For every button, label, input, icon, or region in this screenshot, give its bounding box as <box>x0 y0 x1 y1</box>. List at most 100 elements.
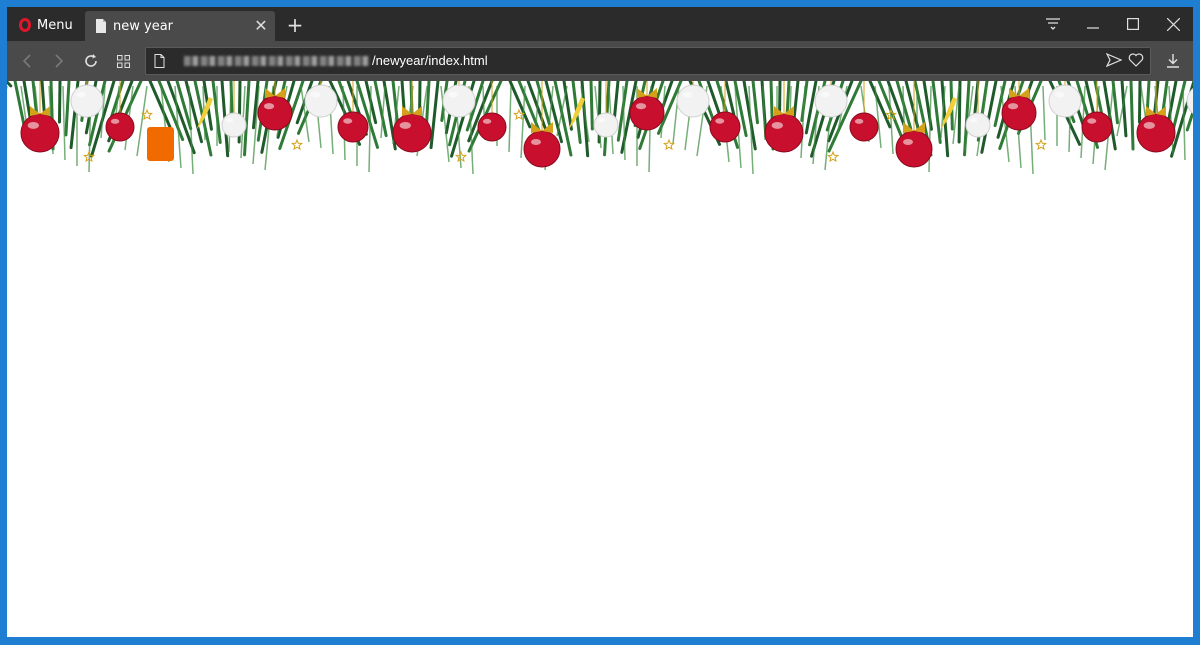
ornament-ball <box>392 113 432 153</box>
download-button[interactable] <box>1161 49 1185 73</box>
ornament-highlight <box>715 118 725 124</box>
new-tab-button[interactable]: + <box>283 13 307 37</box>
pine-branch <box>1129 81 1135 151</box>
easy-setup-button[interactable] <box>1033 7 1073 41</box>
ornament-ball <box>1001 95 1037 131</box>
opera-logo-icon <box>19 18 31 32</box>
pine-branch <box>751 81 759 125</box>
pine-branch <box>580 81 590 158</box>
ornament-ball <box>814 84 848 118</box>
pine-branch <box>1137 81 1142 124</box>
ornament-highlight <box>343 118 353 124</box>
tab-title: new year <box>113 18 174 34</box>
navigation-toolbar: /newyear/index.html <box>7 41 1193 81</box>
download-icon <box>1167 54 1179 68</box>
ornament-highlight <box>635 103 647 110</box>
window-controls <box>1033 7 1193 41</box>
ornament-highlight <box>854 118 864 124</box>
reload-button[interactable] <box>79 49 103 73</box>
ornament-highlight <box>1143 121 1156 129</box>
ornament-ball <box>764 113 804 153</box>
gold-star <box>1034 138 1048 151</box>
ornament-highlight <box>531 139 541 145</box>
ornament-highlight <box>771 121 784 129</box>
ornament-highlight <box>970 118 978 123</box>
pine-branch <box>589 81 594 131</box>
ornament-highlight <box>682 91 693 98</box>
pine-needle <box>136 85 148 157</box>
back-arrow-icon <box>22 54 31 68</box>
ornament-ball <box>1136 113 1176 153</box>
page-content <box>7 81 1193 637</box>
ornament-highlight <box>903 139 913 145</box>
tab-new-year[interactable]: new year ✕ <box>85 11 275 41</box>
pine-branch <box>57 81 62 124</box>
pine-branch <box>1111 81 1119 125</box>
address-bar[interactable]: /newyear/index.html <box>145 47 1151 75</box>
page-info-icon[interactable] <box>154 54 165 68</box>
pine-branch <box>64 81 71 137</box>
speed-dial-button[interactable] <box>111 49 135 73</box>
ornament-highlight <box>1054 91 1065 98</box>
browser-window: Menu new year ✕ + /newyear/index.html <box>0 0 1200 645</box>
easy-setup-icon <box>1046 18 1060 30</box>
pine-needle <box>1042 85 1046 141</box>
heart-icon[interactable] <box>1128 52 1144 68</box>
ornament-ball <box>442 84 476 118</box>
menu-label: Menu <box>37 17 73 33</box>
ornament-ball <box>709 111 741 143</box>
back-button[interactable] <box>15 49 39 73</box>
gold-star <box>290 138 304 151</box>
url-text[interactable]: /newyear/index.html <box>184 53 488 68</box>
ornament-highlight <box>76 91 87 98</box>
minimize-button[interactable] <box>1073 7 1113 41</box>
ornament-highlight <box>226 118 234 123</box>
title-bar: Menu new year ✕ + <box>7 7 1193 41</box>
pine-needle <box>174 85 182 169</box>
ornament-highlight <box>482 118 492 124</box>
close-tab-icon[interactable]: ✕ <box>253 18 269 34</box>
pine-branch <box>7 81 13 88</box>
ornament-highlight <box>448 91 459 98</box>
maximize-icon <box>1127 18 1139 30</box>
ornament-ball <box>257 95 293 131</box>
ornament-highlight <box>598 118 606 123</box>
ornament-ball <box>523 130 561 168</box>
ornament-ball <box>221 112 247 138</box>
pine-needle <box>508 85 512 153</box>
reload-icon <box>85 54 97 67</box>
close-window-button[interactable] <box>1153 7 1193 41</box>
document-icon <box>96 19 106 33</box>
ornament-highlight <box>1007 103 1019 110</box>
ornament-ball <box>629 95 665 131</box>
ornament-ball <box>895 130 933 168</box>
pine-branch <box>429 81 440 150</box>
ornament-highlight <box>310 91 321 98</box>
ornament-ball <box>849 112 879 142</box>
ornament-highlight <box>110 118 120 124</box>
ornament-ball <box>477 112 507 142</box>
forward-button[interactable] <box>47 49 71 73</box>
gold-star <box>826 150 840 163</box>
maximize-button[interactable] <box>1113 7 1153 41</box>
grid-icon <box>116 54 130 68</box>
orange-square[interactable] <box>147 127 174 161</box>
ornament-ball <box>676 84 710 118</box>
gold-star <box>662 138 676 151</box>
ornament-highlight <box>27 121 40 129</box>
ornament-ball <box>70 84 104 118</box>
ornament-ball <box>337 111 369 143</box>
pine-needle <box>1182 85 1186 161</box>
ornament-ball <box>304 84 338 118</box>
ornament-ball <box>1048 84 1082 118</box>
ornament-highlight <box>399 121 412 129</box>
ornament-ball <box>593 112 619 138</box>
gold-star <box>454 150 468 163</box>
ornament-ball <box>105 112 135 142</box>
christmas-garland <box>7 81 1193 175</box>
ornament-ball <box>965 112 991 138</box>
close-window-icon <box>1166 17 1180 31</box>
menu-button[interactable]: Menu <box>11 11 83 39</box>
send-icon[interactable] <box>1106 52 1122 68</box>
ornament-highlight <box>263 103 275 110</box>
